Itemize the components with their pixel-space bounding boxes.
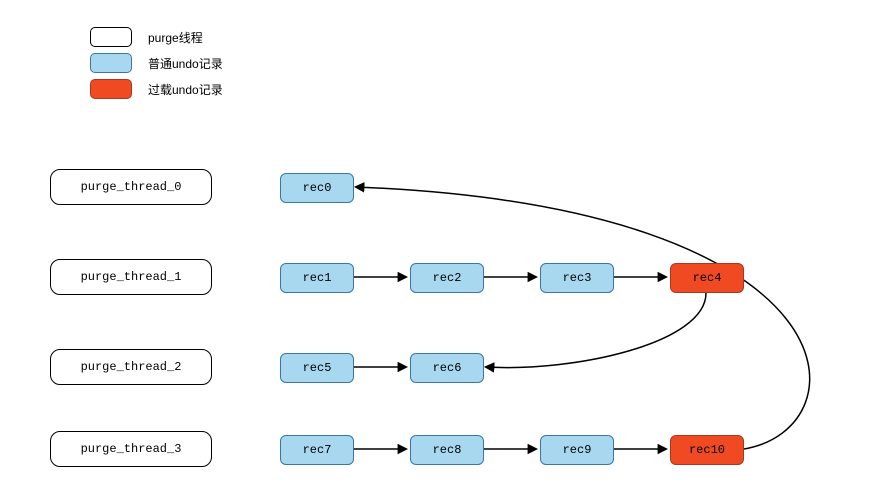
record-box: rec7: [280, 435, 354, 465]
record-label: rec3: [563, 271, 592, 285]
thread-label: purge_thread_2: [81, 360, 182, 374]
overload-record-box: rec4: [670, 263, 744, 293]
record-label: rec5: [303, 361, 332, 375]
record-box: rec6: [410, 353, 484, 383]
purge-thread-box: purge_thread_2: [50, 349, 212, 385]
record-label: rec2: [433, 271, 462, 285]
legend-row: purge线程: [90, 26, 223, 48]
record-label: rec1: [303, 271, 332, 285]
legend-label: 普通undo记录: [148, 55, 223, 72]
legend-swatch-white: [90, 27, 132, 47]
record-label: rec9: [563, 443, 592, 457]
thread-label: purge_thread_1: [81, 270, 182, 284]
record-box: rec1: [280, 263, 354, 293]
record-box: rec9: [540, 435, 614, 465]
record-label: rec8: [433, 443, 462, 457]
legend-label: purge线程: [148, 29, 203, 46]
record-label: rec4: [693, 271, 722, 285]
purge-thread-box: purge_thread_0: [50, 169, 212, 205]
record-box: rec2: [410, 263, 484, 293]
legend-swatch-blue: [90, 53, 132, 73]
legend-label: 过载undo记录: [148, 81, 223, 98]
record-label: rec0: [303, 181, 332, 195]
overload-record-box: rec10: [670, 435, 744, 465]
legend-row: 普通undo记录: [90, 52, 223, 74]
record-box: rec0: [280, 173, 354, 203]
record-label: rec6: [433, 361, 462, 375]
thread-label: purge_thread_0: [81, 180, 182, 194]
record-label: rec7: [303, 443, 332, 457]
thread-label: purge_thread_3: [81, 442, 182, 456]
record-box: rec5: [280, 353, 354, 383]
purge-thread-box: purge_thread_1: [50, 259, 212, 295]
record-label: rec10: [689, 443, 725, 457]
legend-swatch-red: [90, 79, 132, 99]
record-box: rec3: [540, 263, 614, 293]
record-box: rec8: [410, 435, 484, 465]
legend: purge线程 普通undo记录 过载undo记录: [90, 26, 223, 104]
legend-row: 过载undo记录: [90, 78, 223, 100]
purge-thread-box: purge_thread_3: [50, 431, 212, 467]
